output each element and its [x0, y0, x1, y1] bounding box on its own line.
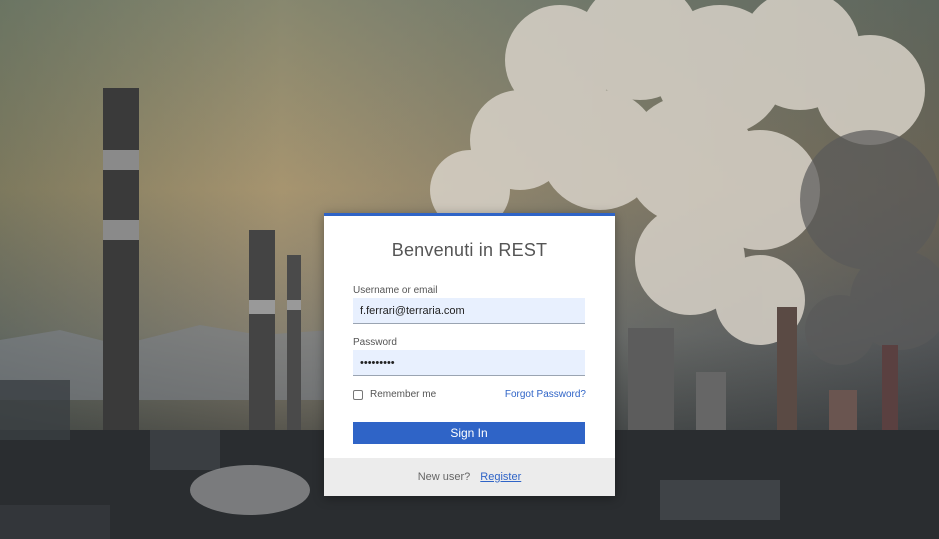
forgot-password-link[interactable]: Forgot Password? [505, 389, 586, 400]
remember-me-checkbox[interactable]: Remember me [353, 389, 436, 400]
password-label: Password [353, 337, 397, 348]
register-footer: New user? Register [324, 458, 615, 496]
register-link[interactable]: Register [480, 471, 521, 483]
password-input[interactable] [353, 350, 585, 376]
new-user-label: New user? [417, 471, 471, 483]
page-title: Benvenuti in REST [391, 240, 548, 260]
checkbox-icon[interactable] [353, 389, 363, 400]
username-label: Username or email [353, 285, 438, 296]
remember-me-label: Remember me [370, 389, 437, 400]
username-input[interactable] [353, 298, 585, 324]
login-card: Benvenuti in REST Username or email Pass… [324, 213, 615, 496]
sign-in-button[interactable]: Sign In [353, 422, 585, 444]
